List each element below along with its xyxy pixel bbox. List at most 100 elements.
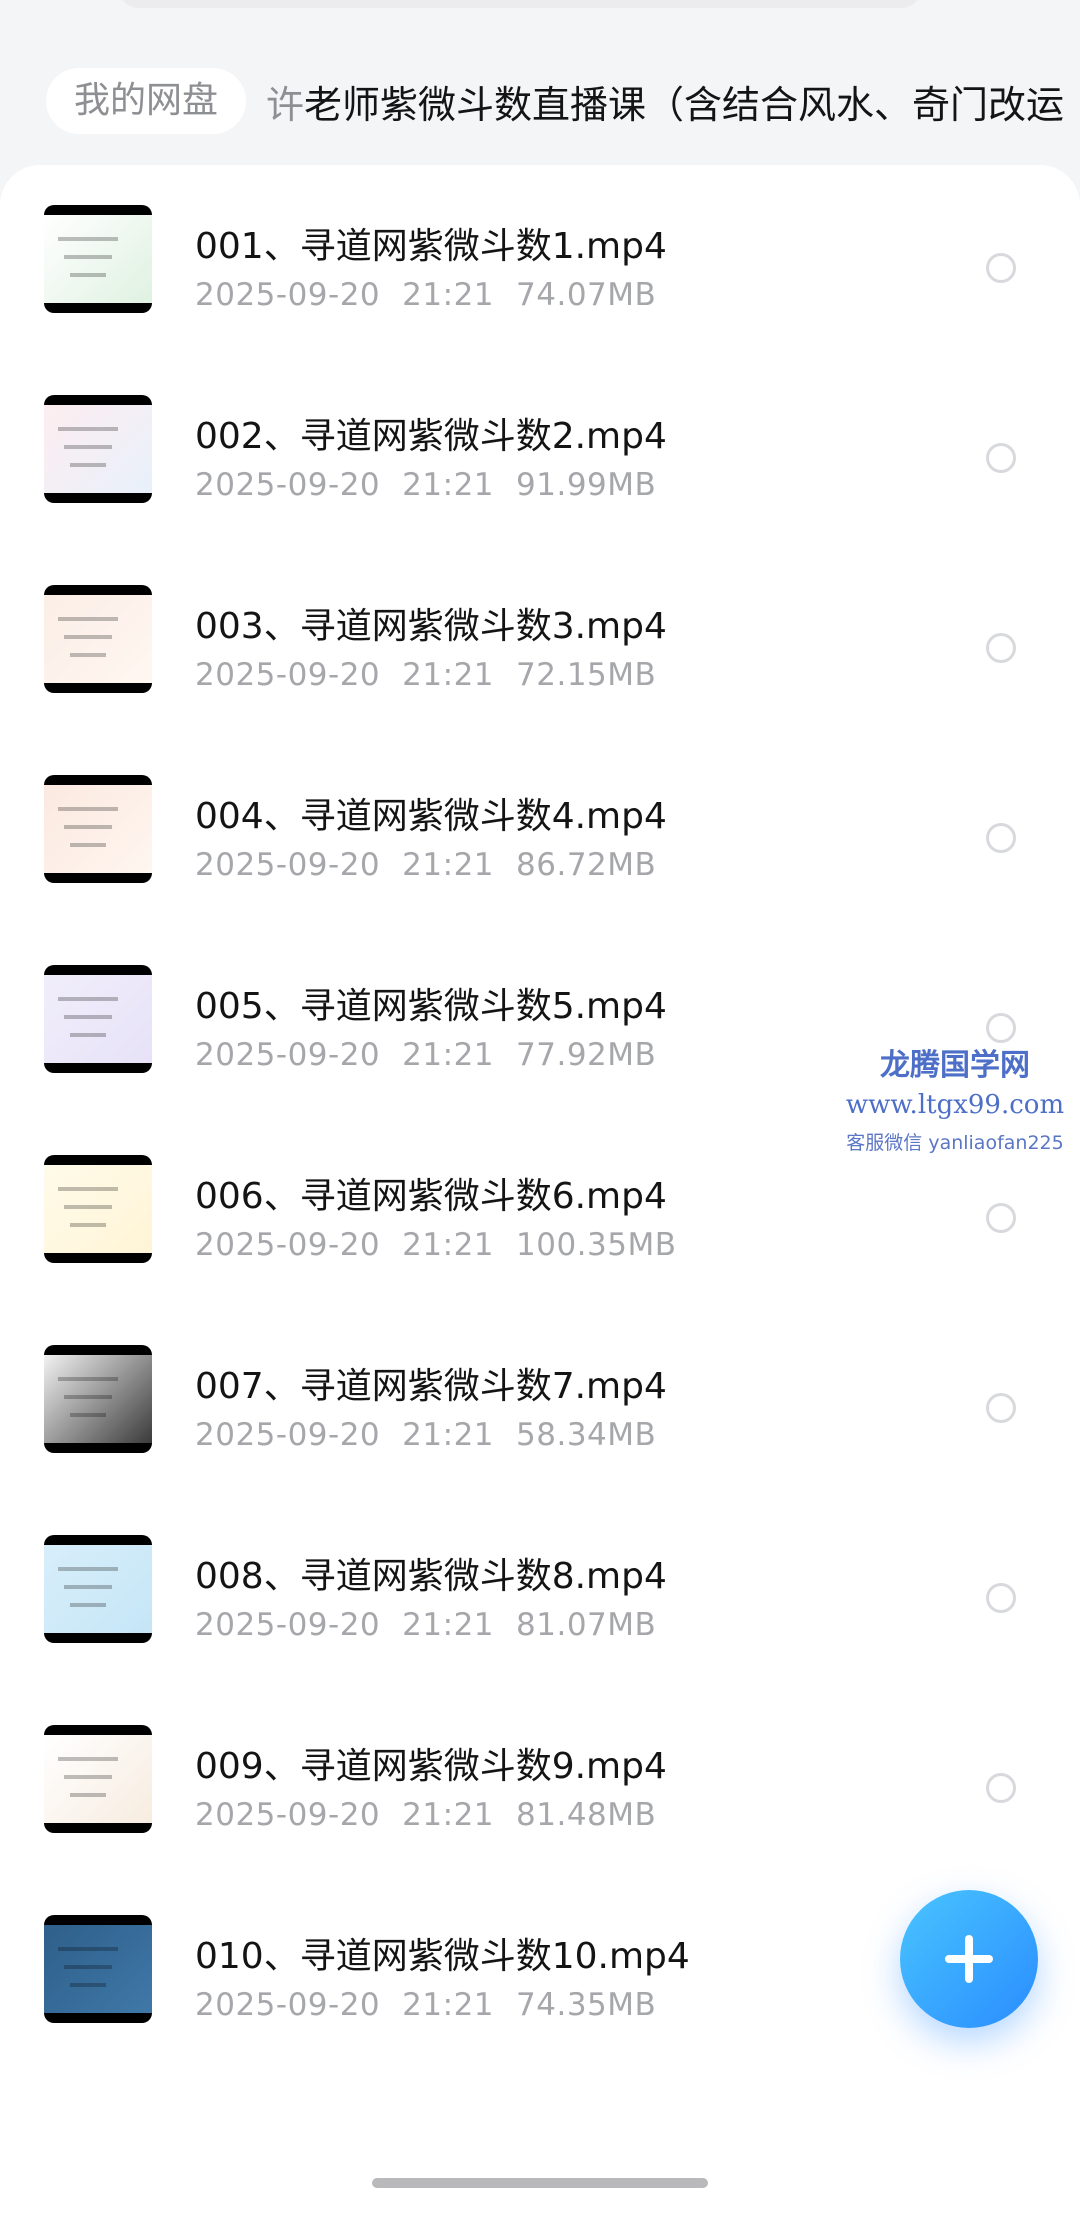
- file-name: 002、寻道网紫微斗数2.mp4: [195, 416, 667, 457]
- video-thumbnail: [44, 1535, 152, 1643]
- file-time: 21:21: [402, 1417, 495, 1453]
- thumbnail-text-line: [58, 807, 118, 811]
- thumbnail-text-line: [70, 1793, 106, 1797]
- file-name: 005、寻道网紫微斗数5.mp4: [195, 986, 667, 1027]
- breadcrumb-current-title: 老师紫微斗数直播课（含结合风水、奇门改运: [304, 82, 1065, 127]
- file-row[interactable]: 002、寻道网紫微斗数2.mp4 2025-09-20 21:21 91.99MB: [0, 355, 1080, 545]
- file-meta: 2025-09-20 21:21 91.99MB: [195, 467, 656, 503]
- thumbnail-text-line: [58, 617, 118, 621]
- file-date: 2025-09-20: [195, 847, 381, 883]
- thumbnail-text-line: [58, 1377, 118, 1381]
- thumb-body-diagram: [44, 1355, 152, 1443]
- video-thumbnail: [44, 1345, 152, 1453]
- file-row[interactable]: 006、寻道网紫微斗数6.mp4 2025-09-20 21:21 100.35MB: [0, 1115, 1080, 1305]
- thumb-chat: [44, 215, 152, 303]
- video-thumbnail: [44, 585, 152, 693]
- home-indicator[interactable]: [372, 2178, 708, 2188]
- file-time: 21:21: [402, 277, 495, 313]
- thumbnail-text-line: [70, 653, 106, 657]
- file-time: 21:21: [402, 467, 495, 503]
- thumbnail-text-line: [58, 1187, 118, 1191]
- file-size: 86.72MB: [516, 847, 657, 883]
- file-size: 72.15MB: [516, 657, 657, 693]
- thumbnail-text-line: [70, 1413, 106, 1417]
- file-row[interactable]: 005、寻道网紫微斗数5.mp4 2025-09-20 21:21 77.92MB: [0, 925, 1080, 1115]
- file-date: 2025-09-20: [195, 1987, 381, 2023]
- breadcrumb-current-prefix: 许: [266, 82, 305, 127]
- thumbnail-text-line: [64, 255, 112, 259]
- file-time: 21:21: [402, 847, 495, 883]
- video-thumbnail: [44, 1725, 152, 1833]
- file-date: 2025-09-20: [195, 1607, 381, 1643]
- file-date: 2025-09-20: [195, 467, 381, 503]
- thumbnail-text-line: [58, 997, 118, 1001]
- select-radio[interactable]: [986, 443, 1016, 473]
- thumbnail-text-line: [70, 1983, 106, 1987]
- file-time: 21:21: [402, 1037, 495, 1073]
- file-row[interactable]: 001、寻道网紫微斗数1.mp4 2025-09-20 21:21 74.07MB: [0, 165, 1080, 355]
- file-date: 2025-09-20: [195, 1797, 381, 1833]
- thumbnail-text-line: [64, 445, 112, 449]
- thumbnail-text-line: [64, 825, 112, 829]
- file-name: 008、寻道网紫微斗数8.mp4: [195, 1556, 667, 1597]
- file-date: 2025-09-20: [195, 1037, 381, 1073]
- video-thumbnail: [44, 775, 152, 883]
- thumbnail-text-line: [64, 1205, 112, 1209]
- file-name: 006、寻道网紫微斗数6.mp4: [195, 1176, 667, 1217]
- thumb-doc: [44, 1735, 152, 1823]
- select-radio[interactable]: [986, 1013, 1016, 1043]
- select-radio[interactable]: [986, 823, 1016, 853]
- file-meta: 2025-09-20 21:21 81.48MB: [195, 1797, 656, 1833]
- file-meta: 2025-09-20 21:21 74.07MB: [195, 277, 656, 313]
- plus-icon: [945, 1935, 993, 1983]
- file-row[interactable]: 007、寻道网紫微斗数7.mp4 2025-09-20 21:21 58.34MB: [0, 1305, 1080, 1495]
- video-thumbnail: [44, 1915, 152, 2023]
- thumb-blue-slide: [44, 1925, 152, 2013]
- file-name: 003、寻道网紫微斗数3.mp4: [195, 606, 667, 647]
- file-meta: 2025-09-20 21:21 74.35MB: [195, 1987, 656, 2023]
- file-time: 21:21: [402, 1607, 495, 1643]
- breadcrumb: 我的网盘 许老师紫微斗数直播课（含结合风水、奇门改运: [46, 68, 1080, 134]
- video-thumbnail: [44, 395, 152, 503]
- thumb-flow: [44, 1545, 152, 1633]
- file-meta: 2025-09-20 21:21 81.07MB: [195, 1607, 656, 1643]
- breadcrumb-root[interactable]: 我的网盘: [46, 68, 247, 134]
- video-thumbnail: [44, 205, 152, 313]
- file-meta: 2025-09-20 21:21 72.15MB: [195, 657, 656, 693]
- file-meta: 2025-09-20 21:21 58.34MB: [195, 1417, 656, 1453]
- file-row[interactable]: 009、寻道网紫微斗数9.mp4 2025-09-20 21:21 81.48MB: [0, 1685, 1080, 1875]
- file-row[interactable]: 003、寻道网紫微斗数3.mp4 2025-09-20 21:21 72.15MB: [0, 545, 1080, 735]
- add-button[interactable]: [900, 1890, 1038, 2028]
- file-time: 21:21: [402, 1227, 495, 1263]
- select-radio[interactable]: [986, 1203, 1016, 1233]
- breadcrumb-current-folder: 许老师紫微斗数直播课（含结合风水、奇门改运: [266, 74, 1064, 129]
- file-time: 21:21: [402, 1797, 495, 1833]
- thumbnail-text-line: [64, 1965, 112, 1969]
- file-name: 001、寻道网紫微斗数1.mp4: [195, 226, 667, 267]
- thumb-bubbles: [44, 975, 152, 1063]
- thumbnail-text-line: [64, 1585, 112, 1589]
- select-radio[interactable]: [986, 253, 1016, 283]
- file-size: 81.07MB: [516, 1607, 657, 1643]
- file-time: 21:21: [402, 657, 495, 693]
- select-radio[interactable]: [986, 1583, 1016, 1613]
- thumbnail-text-line: [58, 1947, 118, 1951]
- file-date: 2025-09-20: [195, 1227, 381, 1263]
- select-radio[interactable]: [986, 1393, 1016, 1423]
- thumb-chart-grid: [44, 405, 152, 493]
- file-row[interactable]: 004、寻道网紫微斗数4.mp4 2025-09-20 21:21 86.72MB: [0, 735, 1080, 925]
- thumbnail-text-line: [70, 843, 106, 847]
- thumbnail-text-line: [64, 1395, 112, 1399]
- file-name: 007、寻道网紫微斗数7.mp4: [195, 1366, 667, 1407]
- file-time: 21:21: [402, 1987, 495, 2023]
- select-radio[interactable]: [986, 1773, 1016, 1803]
- thumb-table: [44, 1165, 152, 1253]
- file-name: 004、寻道网紫微斗数4.mp4: [195, 796, 667, 837]
- thumbnail-text-line: [58, 237, 118, 241]
- file-row[interactable]: 008、寻道网紫微斗数8.mp4 2025-09-20 21:21 81.07MB: [0, 1495, 1080, 1685]
- file-name: 009、寻道网紫微斗数9.mp4: [195, 1746, 667, 1787]
- file-date: 2025-09-20: [195, 1417, 381, 1453]
- select-radio[interactable]: [986, 633, 1016, 663]
- file-meta: 2025-09-20 21:21 77.92MB: [195, 1037, 656, 1073]
- file-size: 81.48MB: [516, 1797, 657, 1833]
